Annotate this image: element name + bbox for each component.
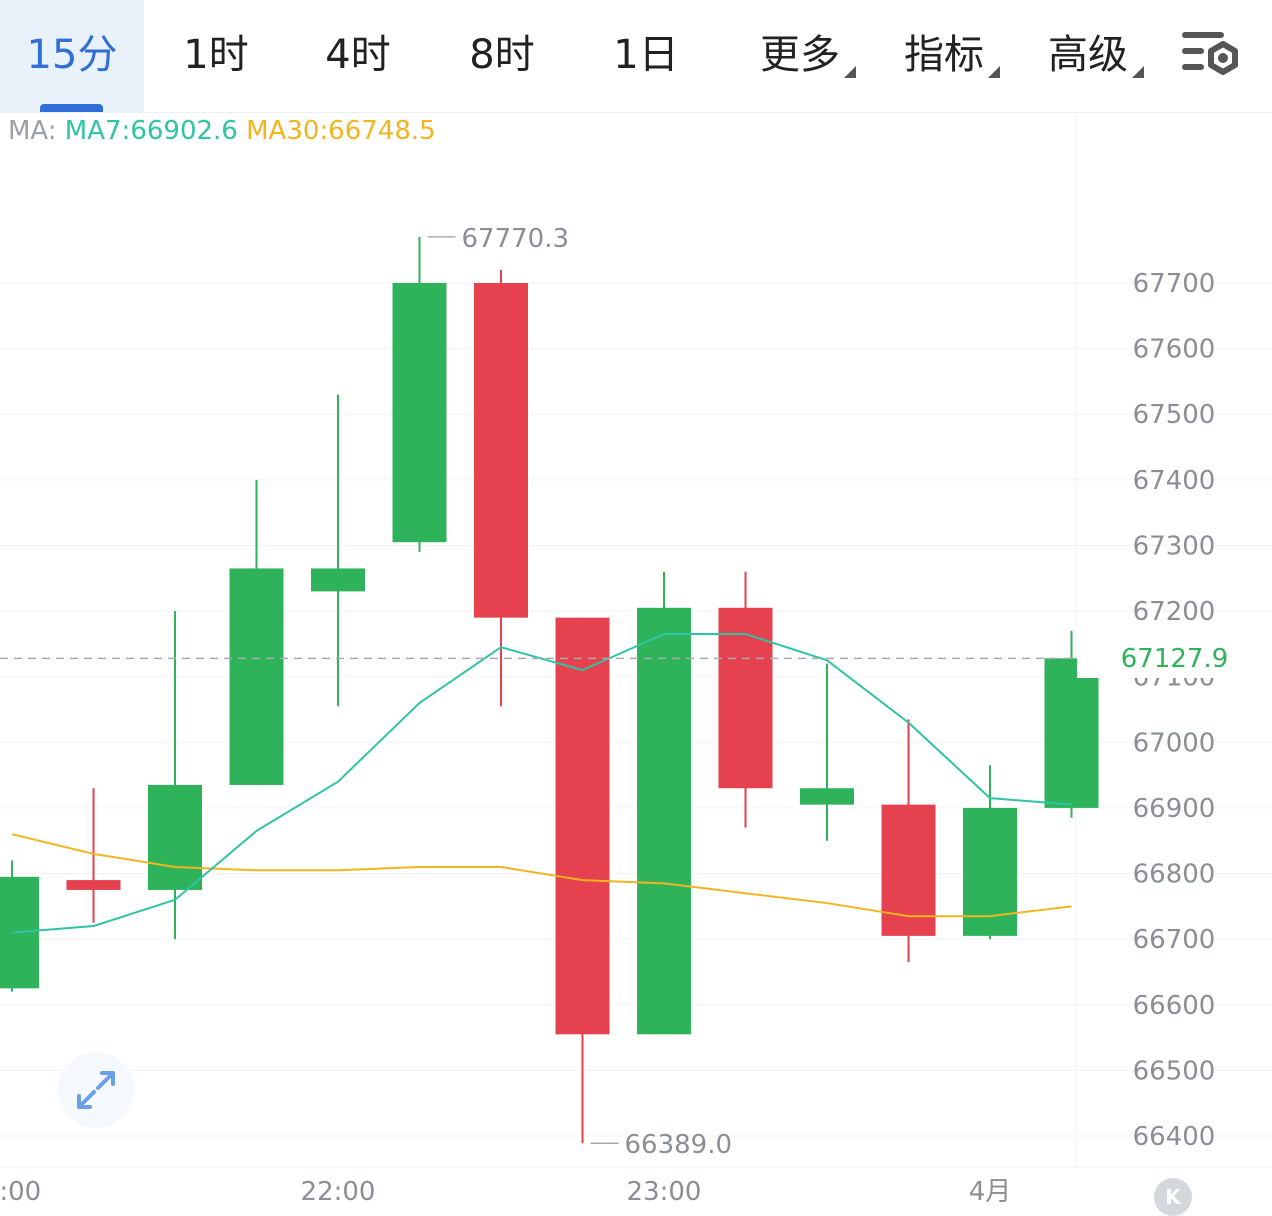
candle-body[interactable] — [392, 283, 447, 543]
y-tick-label: 67000 — [1133, 728, 1216, 758]
y-tick-label: 66900 — [1133, 794, 1216, 824]
x-tick-label: 4月 — [969, 1177, 1012, 1207]
y-tick-label: 67600 — [1133, 335, 1216, 365]
timeframe-tab-bar: 15分 1时 4时 8时 1日 更多 指标 高级 — [0, 0, 1272, 113]
y-tick-label: 66600 — [1133, 991, 1216, 1021]
candle-body[interactable] — [311, 568, 365, 592]
low-price-label: 66389.0 — [625, 1130, 733, 1160]
high-price-label: 67770.3 — [462, 224, 570, 254]
active-tab-indicator — [40, 104, 103, 112]
last-price-tag: 67127.9 — [1077, 640, 1272, 678]
tab-4hour-label: 4时 — [325, 32, 391, 78]
candle-body[interactable] — [148, 784, 202, 890]
tab-1day-label: 1日 — [613, 32, 679, 78]
candle-body[interactable] — [229, 568, 284, 785]
tab-1day[interactable]: 1日 — [580, 0, 712, 112]
tab-more-dropdown[interactable]: 更多 — [740, 0, 860, 112]
candle-body[interactable] — [555, 617, 610, 1035]
y-tick-label: 66700 — [1133, 925, 1216, 955]
x-tick-label: 22:00 — [301, 1177, 376, 1207]
tab-indicators-dropdown[interactable]: 指标 — [884, 0, 1004, 112]
tab-advanced-dropdown[interactable]: 高级 — [1028, 0, 1148, 112]
candle-body[interactable] — [800, 788, 854, 805]
tab-more-label: 更多 — [760, 32, 840, 78]
fullscreen-button[interactable] — [58, 1052, 134, 1128]
tab-15min[interactable]: 15分 — [0, 0, 144, 112]
x-tick-label: 1:00 — [0, 1177, 41, 1207]
chart-settings-icon — [1182, 32, 1238, 75]
tab-8hour-label: 8时 — [469, 32, 535, 78]
y-tick-label: 66800 — [1133, 860, 1216, 890]
y-tick-label: 67500 — [1133, 400, 1216, 430]
y-tick-label: 66400 — [1133, 1122, 1216, 1152]
candle-body[interactable] — [66, 880, 121, 890]
candle-body[interactable] — [1044, 658, 1099, 808]
dropdown-caret-icon — [988, 66, 1000, 78]
expand-arrows-icon — [77, 1071, 115, 1109]
dropdown-caret-icon — [844, 66, 856, 78]
tab-1hour[interactable]: 1时 — [150, 0, 282, 112]
candle-body[interactable] — [474, 283, 528, 618]
y-tick-label: 66500 — [1133, 1056, 1216, 1086]
tab-8hour[interactable]: 8时 — [436, 0, 568, 112]
y-tick-label: 67400 — [1133, 466, 1216, 496]
dropdown-caret-icon — [1132, 66, 1144, 78]
tab-1hour-label: 1时 — [183, 32, 249, 78]
tab-4hour[interactable]: 4时 — [292, 0, 424, 112]
y-tick-label: 67700 — [1133, 269, 1216, 299]
y-tick-label: 67300 — [1133, 531, 1216, 561]
y-tick-label: 67200 — [1133, 597, 1216, 627]
tab-indicators-label: 指标 — [904, 32, 984, 78]
scroll-to-latest-button[interactable]: K — [1154, 1178, 1192, 1216]
x-tick-label: 23:00 — [627, 1177, 702, 1207]
chart-settings-button[interactable] — [1178, 26, 1244, 86]
tab-15min-label: 15分 — [26, 32, 118, 78]
candle-body[interactable] — [637, 607, 691, 1035]
tab-advanced-label: 高级 — [1048, 32, 1128, 78]
